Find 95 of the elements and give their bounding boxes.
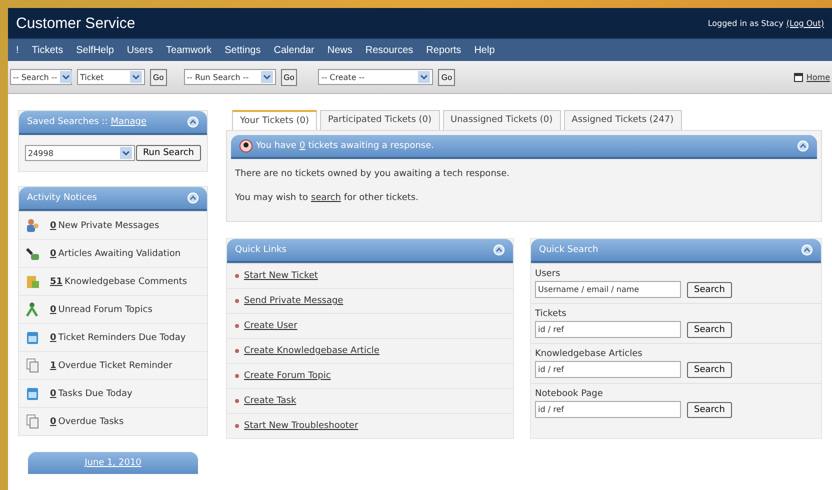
pages-icon (25, 358, 40, 373)
search-button[interactable]: Search (687, 322, 732, 338)
search-link[interactable]: search (311, 193, 341, 203)
message-text: There are no tickets owned by you awaiting a tech response. (235, 169, 510, 179)
nav-item[interactable]: SelfHelp (76, 44, 114, 56)
notice-label: Overdue Ticket Reminder (58, 360, 172, 370)
people-icon (25, 218, 40, 233)
count-link[interactable]: 0 (50, 416, 56, 426)
search-button[interactable]: Search (687, 282, 732, 298)
calendar-icon (25, 386, 40, 401)
go-button[interactable]: Go (280, 68, 298, 86)
count-link[interactable]: 0 (50, 248, 56, 258)
app-title: Customer Service (16, 14, 136, 32)
panel-title: Activity Notices (27, 193, 97, 203)
bullet-icon (235, 324, 239, 328)
notice-label: Articles Awaiting Validation (58, 248, 181, 258)
home-icon (794, 72, 804, 82)
alert-icon (239, 139, 253, 153)
quick-link[interactable]: Start New Troubleshooter (244, 421, 358, 431)
bullet-icon (235, 399, 239, 403)
go-button[interactable]: Go (150, 68, 167, 86)
collapse-icon (493, 244, 505, 256)
search-button[interactable]: Search (687, 362, 732, 378)
search-button[interactable]: Search (687, 402, 732, 418)
calendar-icon (25, 330, 40, 345)
dropdown[interactable]: Ticket (77, 69, 145, 85)
quick-link[interactable]: Create Forum Topic (244, 371, 331, 381)
hint-text: for other tickets. (344, 193, 418, 203)
bullet-icon (235, 274, 239, 278)
quick-link[interactable]: Send Private Message (244, 296, 344, 306)
dropdown[interactable]: -- Run Search -- (184, 69, 276, 85)
collapse-icon (801, 244, 813, 256)
field-label: Users (535, 269, 562, 279)
book-icon (25, 274, 40, 289)
notice-label: Unread Forum Topics (58, 304, 152, 314)
count-link[interactable]: 1 (50, 360, 56, 370)
nav-item[interactable]: Calendar (274, 44, 314, 56)
search-field[interactable]: id / ref (535, 401, 681, 418)
tab[interactable]: Your Tickets (0) (232, 110, 317, 130)
dropdown[interactable]: -- Create -- (318, 69, 434, 85)
bullet-icon (235, 299, 239, 303)
quick-link[interactable]: Create User (244, 321, 298, 331)
panel-title: Saved Searches :: (27, 117, 108, 127)
go-button[interactable]: Go (438, 68, 456, 86)
nav-item[interactable]: News (327, 44, 352, 56)
pages-icon (25, 414, 40, 429)
notice-label: Tasks Due Today (58, 388, 132, 398)
notice-label: Ticket Reminders Due Today (58, 332, 186, 342)
hint-text: You may wish to (235, 193, 308, 203)
nav-item[interactable]: ! (16, 44, 19, 56)
dropdown[interactable]: -- Search -- (10, 69, 72, 85)
tab[interactable]: Participated Tickets (0) (320, 110, 440, 130)
field-label: Tickets (535, 309, 568, 319)
panel-title: tickets awaiting a response. (308, 141, 434, 151)
bullet-icon (235, 374, 239, 378)
collapse-icon (797, 140, 809, 152)
collapse-icon (187, 192, 199, 204)
nav-item[interactable]: Reports (426, 44, 462, 56)
quick-link[interactable]: Create Knowledgebase Article (244, 346, 380, 356)
count-link[interactable]: 0 (50, 304, 56, 314)
person-icon (25, 302, 40, 317)
collapse-icon (187, 116, 199, 128)
panel-title: You have (256, 141, 296, 151)
search-field[interactable]: id / ref (535, 361, 681, 378)
nav-item[interactable]: Teamwork (166, 44, 212, 56)
notice-label: Knowledgebase Comments (64, 276, 188, 286)
tab[interactable]: Unassigned Tickets (0) (442, 110, 561, 130)
home-link[interactable]: Home (806, 72, 830, 82)
count-link[interactable]: 0 (50, 332, 56, 342)
panel-title: Quick Links (235, 245, 286, 255)
panel-title: Quick Search (539, 245, 598, 255)
bullet-icon (235, 349, 239, 353)
pen-icon (25, 246, 40, 261)
field-label: Knowledgebase Articles (535, 349, 644, 359)
notice-label: Overdue Tasks (58, 416, 124, 426)
field-label: Notebook Page (535, 389, 604, 399)
search-field[interactable]: id / ref (535, 321, 681, 338)
search-field[interactable]: Username / email / name (535, 281, 681, 298)
dropdown[interactable]: 24998 (25, 145, 135, 161)
bullet-icon (235, 424, 239, 428)
notice-label: New Private Messages (58, 220, 160, 230)
tab[interactable]: Assigned Tickets (247) (564, 110, 682, 130)
nav-item[interactable]: Tickets (32, 44, 64, 56)
count-link[interactable]: 51 (50, 276, 63, 286)
nav-item[interactable]: Users (126, 44, 154, 56)
login-status: Logged in as Stacy (708, 18, 784, 28)
count-link[interactable]: 0 (50, 220, 56, 230)
logout-link[interactable]: (Log Out) (786, 18, 824, 28)
nav-item[interactable]: Help (474, 44, 495, 56)
run-search-button[interactable]: Run Search (136, 145, 201, 161)
count-link[interactable]: 0 (50, 388, 56, 398)
nav-item[interactable]: Settings (224, 44, 261, 56)
quick-link[interactable]: Create Task (244, 396, 296, 406)
quick-link[interactable]: Start New Ticket (244, 271, 318, 281)
nav-item[interactable]: Resources (365, 44, 414, 56)
